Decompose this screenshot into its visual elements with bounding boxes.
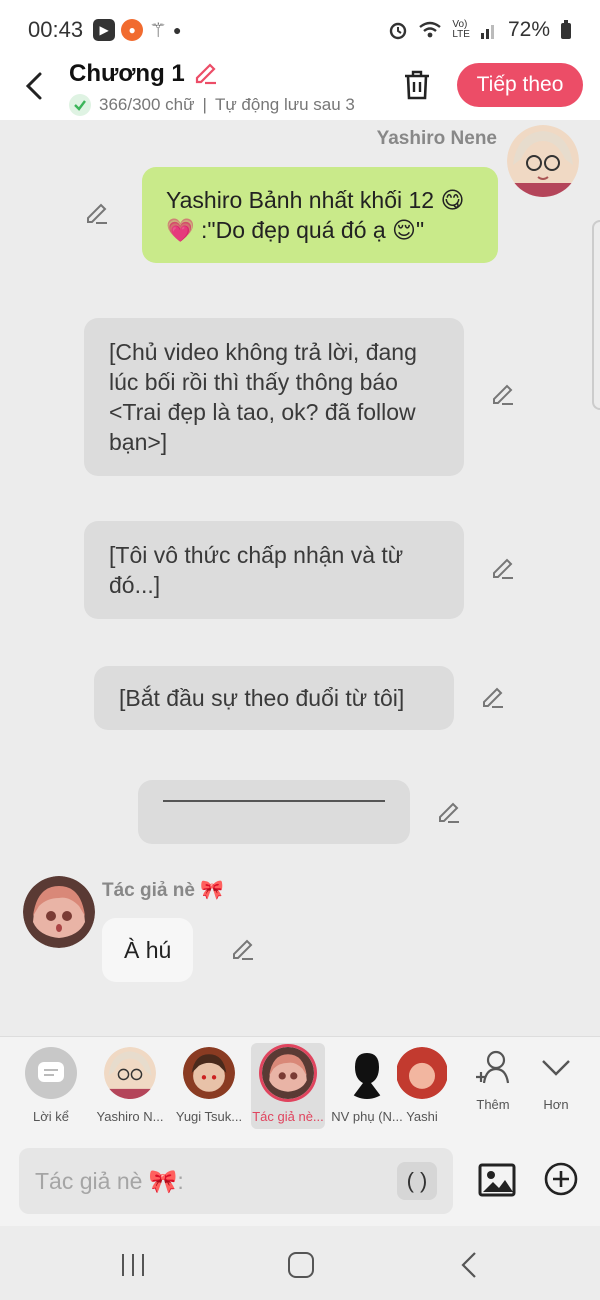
character-bar: Lời kể Yashiro N... Yugi Tsuk... Tác giả…: [0, 1036, 600, 1136]
character-author[interactable]: Tác giả nè...: [251, 1043, 325, 1129]
avatar-silhouette: [341, 1047, 393, 1099]
message-bubble[interactable]: [138, 780, 410, 844]
system-navigation: [0, 1226, 600, 1300]
pencil-icon[interactable]: [193, 61, 219, 87]
message-bubble[interactable]: À hú: [102, 918, 194, 982]
character-label: NV phụ (N...: [331, 1109, 403, 1124]
battery-level: 72%: [507, 18, 550, 41]
media-icon: ▶: [93, 19, 116, 41]
chapter-header: Chương 1 366/300 chữ | Tự động lưu sau 3…: [0, 60, 600, 120]
recent-apps-icon[interactable]: [118, 1250, 148, 1280]
edit-icon[interactable]: [84, 201, 110, 227]
save-status: 366/300 chữ | Tự động lưu sau 3: [69, 94, 355, 116]
character-yugi[interactable]: Yugi Tsuk...: [172, 1043, 246, 1129]
chat-area[interactable]: Yashiro Nene Yashiro Bảnh nhất khối 12 😋…: [0, 120, 600, 1036]
character-yashiro[interactable]: Yashiro N...: [93, 1043, 167, 1129]
avatar-author-small: [262, 1047, 314, 1099]
separator: |: [202, 95, 207, 114]
edit-icon[interactable]: [490, 382, 516, 408]
message-bubble[interactable]: Yashiro Bảnh nhất khối 12 😋💗 :"Do đẹp qu…: [142, 167, 498, 263]
message-input-box[interactable]: ( ): [19, 1148, 453, 1214]
check-icon: [69, 94, 91, 116]
chapter-title[interactable]: Chương 1: [69, 60, 355, 88]
magic-wand-icon: ⚚: [149, 19, 167, 42]
edit-icon[interactable]: [480, 685, 506, 711]
character-nv-phu[interactable]: NV phụ (N...: [330, 1043, 404, 1129]
back-arrow-icon[interactable]: [20, 68, 50, 104]
message-bubble[interactable]: [Chủ video không trả lời, đang lúc bối r…: [84, 318, 464, 476]
avatar-yashiro-small: [104, 1047, 156, 1099]
next-button[interactable]: Tiếp theo: [457, 63, 583, 107]
parenthesis-button[interactable]: ( ): [397, 1162, 437, 1200]
add-person-icon: [476, 1050, 510, 1084]
trash-icon[interactable]: [402, 68, 432, 102]
add-icon[interactable]: [543, 1161, 579, 1197]
blank-line: [163, 800, 385, 802]
network-label: Vo) LTE: [452, 19, 470, 40]
status-time: 00:43: [28, 17, 84, 42]
signal-icon: [480, 25, 494, 39]
edit-icon[interactable]: [436, 800, 462, 826]
message-input[interactable]: [35, 1148, 395, 1214]
scroll-handle[interactable]: [592, 220, 600, 410]
chevron-down-icon: [542, 1060, 570, 1076]
message-bubble[interactable]: [Bắt đầu sự theo đuổi từ tôi]: [94, 666, 454, 730]
avatar-yashiro[interactable]: [507, 125, 579, 197]
avatar-author[interactable]: [23, 876, 95, 948]
character-label: Yashi: [406, 1109, 438, 1124]
character-yashi[interactable]: Yashi: [397, 1043, 447, 1129]
dot-icon: ●: [173, 22, 182, 38]
more-label: Hơn: [543, 1097, 569, 1112]
message-bubble[interactable]: [Tôi vô thức chấp nhận và từ đó...]: [84, 521, 464, 619]
character-label: Lời kể: [33, 1109, 69, 1124]
character-label: Yugi Tsuk...: [175, 1109, 243, 1124]
word-count: 366/300 chữ: [99, 95, 195, 114]
narration-icon: [25, 1047, 77, 1099]
recorder-icon: ●: [121, 19, 144, 41]
edit-icon[interactable]: [490, 556, 516, 582]
autosave-text: Tự động lưu sau 3: [214, 95, 355, 114]
character-label: Tác giả nè...: [252, 1109, 324, 1124]
battery-icon: [561, 20, 571, 39]
status-bar: 00:43 ▶ ● ⚚ ● Vo) LTE 72%: [0, 0, 600, 60]
avatar-yashi: [397, 1047, 447, 1099]
back-nav-icon[interactable]: [455, 1250, 485, 1280]
add-label: Thêm: [476, 1097, 510, 1112]
image-icon[interactable]: [477, 1160, 517, 1200]
composer: ( ): [0, 1136, 600, 1226]
message-sender: Yashiro Nene: [376, 128, 497, 149]
home-icon[interactable]: [286, 1250, 316, 1280]
avatar-yugi: [183, 1047, 235, 1099]
character-label: Yashiro N...: [96, 1109, 164, 1124]
message-sender: Tác giả nè 🎀: [102, 880, 224, 901]
alarm-icon: [390, 22, 407, 40]
character-narrator[interactable]: Lời kể: [14, 1043, 88, 1129]
chapter-title-text: Chương 1: [69, 60, 185, 87]
edit-icon[interactable]: [230, 937, 256, 963]
add-character-button[interactable]: Thêm: [463, 1047, 523, 1112]
wifi-icon: [419, 21, 442, 38]
title-area: Chương 1 366/300 chữ | Tự động lưu sau 3: [69, 60, 355, 116]
more-button[interactable]: Hơn: [526, 1047, 586, 1112]
